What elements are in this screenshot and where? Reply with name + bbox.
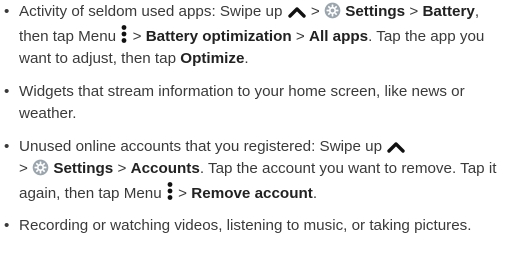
item-text: . [312, 184, 318, 202]
all-apps-label: All apps [309, 27, 369, 45]
bullet: • [4, 217, 10, 234]
settings-label: Settings [53, 160, 114, 177]
separator: > [295, 27, 305, 45]
instruction-list: • Activity of seldom used apps: Swipe up… [0, 1, 505, 248]
list-item: • Widgets that stream information to you… [0, 81, 505, 126]
accounts-label: Accounts [130, 160, 200, 177]
separator: > [409, 3, 419, 20]
separator: > [132, 27, 142, 45]
separator: > [117, 160, 127, 177]
list-item: • Activity of seldom used apps: Swipe up… [0, 1, 505, 71]
battery-optimization-label: Battery optimization [145, 27, 292, 45]
settings-gear-icon [32, 159, 49, 176]
list-item: • Unused online accounts that you regist… [0, 136, 505, 206]
optimize-label: Optimize [180, 50, 245, 67]
menu-dots-icon [121, 24, 127, 43]
separator: > [178, 184, 188, 202]
separator: > [310, 3, 320, 20]
item-text: . [244, 50, 249, 67]
menu-dots-icon [167, 181, 173, 200]
bullet: • [4, 137, 10, 155]
list-item: • Recording or watching videos, listenin… [0, 215, 505, 238]
battery-label: Battery [422, 3, 475, 20]
item-text: Unused online accounts that you register… [19, 137, 383, 155]
bullet: • [4, 3, 10, 20]
separator: > [19, 160, 28, 177]
settings-gear-icon [324, 2, 341, 19]
chevron-up-icon [287, 7, 306, 18]
chevron-up-icon [387, 141, 405, 153]
settings-label: Settings [345, 3, 406, 20]
item-text: Activity of seldom used apps: Swipe up [19, 3, 283, 20]
item-text: Widgets that stream information to your … [19, 82, 465, 123]
item-text: Recording or watching videos, listening … [19, 217, 472, 234]
bullet: • [4, 82, 10, 100]
remove-account-label: Remove account [191, 184, 313, 202]
